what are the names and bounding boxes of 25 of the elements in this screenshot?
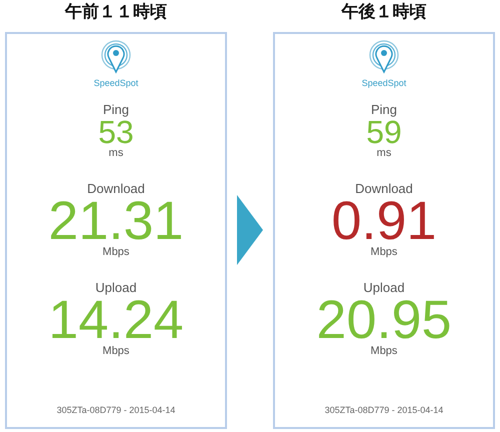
app-name: SpeedSpot (362, 78, 406, 88)
metric-value: 53 (98, 117, 134, 147)
arrow-icon (237, 195, 263, 265)
metric-label: Ping (102, 102, 129, 117)
metric-value: 59 (366, 117, 402, 147)
metric-value: 21.31 (48, 196, 184, 246)
unit-label: Mbps (370, 345, 398, 357)
unit-label: Mbps (102, 246, 130, 258)
unit-label: Mbps (102, 345, 130, 357)
time-heading: 午前１１時頃 (65, 1, 167, 24)
metric-value: 14.24 (48, 295, 184, 345)
metric-label: Ping (370, 102, 397, 117)
app-name: SpeedSpot (94, 78, 138, 88)
metric-value: 20.95 (316, 295, 452, 345)
unit-label: ms (108, 147, 124, 159)
unit-label: Mbps (370, 246, 398, 258)
device-date: 305ZTa-08D779 - 2015-04-14 (324, 405, 444, 415)
metric-label: Upload (95, 280, 137, 295)
unit-label: ms (376, 147, 392, 159)
device-date: 305ZTa-08D779 - 2015-04-14 (56, 405, 176, 415)
metric-label: Upload (363, 280, 405, 295)
metric-value: 0.91 (331, 196, 437, 246)
metric-label: Download (355, 181, 413, 196)
time-heading: 午後１時頃 (342, 1, 426, 24)
metric-label: Download (87, 181, 145, 196)
